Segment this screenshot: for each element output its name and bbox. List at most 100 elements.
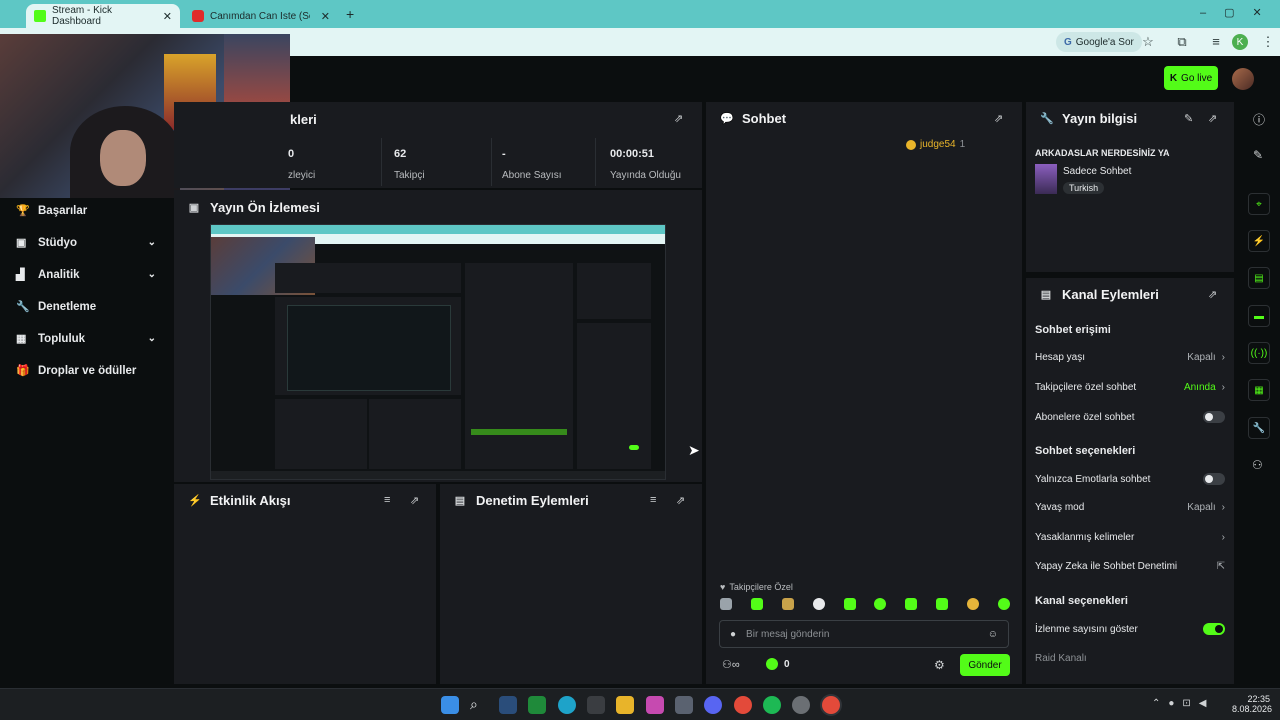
- chat-users-icon[interactable]: ⚇∞: [722, 658, 740, 671]
- popout-icon[interactable]: ⇗: [410, 494, 419, 507]
- tab-youtube[interactable]: Canımdan Can İste (Senin İ ✕: [184, 4, 338, 28]
- subscribers-only-toggle[interactable]: [1203, 411, 1225, 423]
- chat-settings-gear-icon[interactable]: ⚙: [934, 658, 945, 672]
- community-icon[interactable]: ⚇: [1252, 458, 1263, 472]
- stream-preview[interactable]: [210, 224, 666, 480]
- broadcast-icon[interactable]: ((·)): [1248, 342, 1270, 364]
- wrench-icon[interactable]: 🔧: [1248, 417, 1270, 439]
- chart-icon: ▟: [16, 269, 25, 281]
- row-label: Yapay Zeka ile Sohbet Denetimi: [1035, 561, 1178, 572]
- lightning-icon: ⚡: [188, 495, 202, 507]
- ai-moderation-row[interactable]: Yapay Zeka ile Sohbet Denetimi ⇱: [1035, 561, 1225, 572]
- clock[interactable]: 22:35 8.08.2026: [1232, 694, 1272, 714]
- emote-icon[interactable]: [936, 598, 949, 610]
- trophy-icon: 🏆: [16, 205, 30, 217]
- stat-label: Takipçi: [394, 170, 425, 181]
- stats-panel-title: kleri: [290, 112, 317, 127]
- system-tray-icons[interactable]: ⌃●⊡◀: [1152, 698, 1215, 709]
- extensions-icon[interactable]: ⧉: [1172, 34, 1192, 50]
- studio-icon: ▣: [16, 237, 27, 249]
- emote-icon[interactable]: [874, 598, 887, 610]
- lightning-icon[interactable]: ⚡: [1248, 230, 1270, 252]
- chat-panel: 💬 Sohbet ⇗ judge54 1 ♥ Takipçilere Özel …: [706, 102, 1022, 684]
- go-live-button[interactable]: K Go live: [1164, 66, 1218, 90]
- sidebar-item-denetleme[interactable]: 🔧 Denetleme: [16, 300, 156, 314]
- edit-pencil-icon[interactable]: ✎: [1184, 112, 1193, 125]
- emote-icon[interactable]: [997, 598, 1010, 610]
- search-icon[interactable]: ⌕: [470, 696, 488, 714]
- chrome-icon[interactable]: [734, 696, 752, 714]
- followers-only-row[interactable]: Takipçilere özel sohbet Anında ›: [1035, 382, 1225, 393]
- channel-actions-icon[interactable]: ▦: [1248, 379, 1270, 401]
- new-tab-button[interactable]: +: [346, 6, 354, 22]
- bookmark-star-icon[interactable]: ☆: [1138, 34, 1158, 50]
- sidebar-item-label: Denetleme: [38, 300, 97, 313]
- close-tab-icon[interactable]: ✕: [321, 10, 330, 23]
- send-button[interactable]: Gönder: [960, 654, 1010, 676]
- preview-activity: [275, 399, 367, 469]
- preview-emotes: [471, 429, 567, 435]
- sidebar-item-basarilar[interactable]: 🏆 Başarılar: [16, 204, 156, 218]
- viewer-list[interactable]: judge54 1: [906, 139, 965, 150]
- window-controls[interactable]: –▢✕: [1200, 6, 1280, 19]
- stat-value: 62: [394, 148, 407, 160]
- emote-icon[interactable]: [967, 598, 979, 610]
- steam-icon[interactable]: [499, 696, 517, 714]
- xbox-icon[interactable]: [528, 696, 546, 714]
- banned-words-row[interactable]: Yasaklanmış kelimeler ›: [1035, 532, 1225, 543]
- browser-tab-bar: Stream - Kick Dashboard ✕ Canımdan Can İ…: [0, 0, 1280, 28]
- user-avatar[interactable]: [1232, 68, 1254, 90]
- chat-icon[interactable]: ▬: [1248, 305, 1270, 327]
- profile-avatar[interactable]: K: [1232, 34, 1248, 50]
- sidebar-item-studyo[interactable]: ▣ Stüdyo ⌄: [16, 236, 156, 250]
- filter-icon[interactable]: ≡: [650, 494, 656, 506]
- obs-icon[interactable]: [792, 696, 810, 714]
- file-explorer-icon[interactable]: [616, 696, 634, 714]
- tab-kick-dashboard[interactable]: Stream - Kick Dashboard ✕: [26, 4, 180, 28]
- media-control-icon[interactable]: ≡: [1206, 34, 1226, 49]
- emoji-picker-icon[interactable]: ☺: [988, 629, 998, 640]
- edge-icon[interactable]: [558, 696, 576, 714]
- popout-icon[interactable]: ⇗: [1208, 112, 1217, 125]
- filter-icon[interactable]: ≡: [384, 494, 390, 506]
- show-viewcount-toggle[interactable]: [1203, 623, 1225, 635]
- raid-channel-row[interactable]: Raid Kanalı: [1035, 653, 1225, 664]
- emote-only-toggle[interactable]: [1203, 473, 1225, 485]
- popout-icon[interactable]: ⇗: [674, 112, 683, 125]
- category-name: Sadece Sohbet: [1063, 166, 1132, 177]
- windows-start-icon[interactable]: [441, 696, 459, 714]
- store-icon[interactable]: [675, 696, 693, 714]
- popout-icon[interactable]: ⇗: [676, 494, 685, 507]
- chrome-active-icon[interactable]: [822, 696, 840, 714]
- google-ask-chip[interactable]: G Google'a Sor: [1056, 32, 1142, 52]
- clipboard-icon[interactable]: ▤: [1248, 267, 1270, 289]
- emote-icon[interactable]: [781, 598, 794, 610]
- chat-input[interactable]: ● Bir mesaj gönderin ☺: [719, 620, 1009, 648]
- chat-input-icon: ●: [730, 628, 737, 640]
- spotify-icon[interactable]: [763, 696, 781, 714]
- discord-icon[interactable]: [704, 696, 722, 714]
- emote-icon[interactable]: [812, 598, 825, 610]
- browser-menu-icon[interactable]: ⋮: [1258, 34, 1278, 50]
- emote-icon[interactable]: [720, 598, 732, 610]
- info-icon[interactable]: ⓘ: [1253, 111, 1265, 128]
- emote-icon[interactable]: [843, 598, 856, 610]
- channel-actions-header: ▤ Kanal Eylemleri: [1040, 287, 1159, 302]
- popout-icon[interactable]: ⇗: [994, 112, 1003, 125]
- sidebar-item-analitik[interactable]: ▟ Analitik ⌄: [16, 268, 156, 282]
- emote-icon[interactable]: [905, 598, 918, 610]
- close-tab-icon[interactable]: ✕: [163, 10, 172, 23]
- edit-pencil-icon[interactable]: ✎: [1253, 148, 1263, 162]
- stream-info-title: Yayın bilgisi: [1062, 111, 1138, 126]
- emote-icon[interactable]: [750, 598, 763, 610]
- row-label: Abonelere özel sohbet: [1035, 411, 1135, 423]
- popout-icon[interactable]: ⇗: [1208, 288, 1217, 301]
- sidebar-item-droplar[interactable]: 🎁 Droplar ve ödüller: [16, 364, 156, 378]
- copilot-icon[interactable]: [646, 696, 664, 714]
- account-age-row[interactable]: Hesap yaşı Kapalı ›: [1035, 352, 1225, 363]
- slow-mode-row[interactable]: Yavaş mod Kapalı ›: [1035, 502, 1225, 513]
- focus-icon[interactable]: ⌖: [1248, 193, 1270, 215]
- channel-points[interactable]: 0: [766, 658, 790, 670]
- epic-games-icon[interactable]: [587, 696, 605, 714]
- sidebar-item-topluluk[interactable]: ▦ Topluluk ⌄: [16, 332, 156, 346]
